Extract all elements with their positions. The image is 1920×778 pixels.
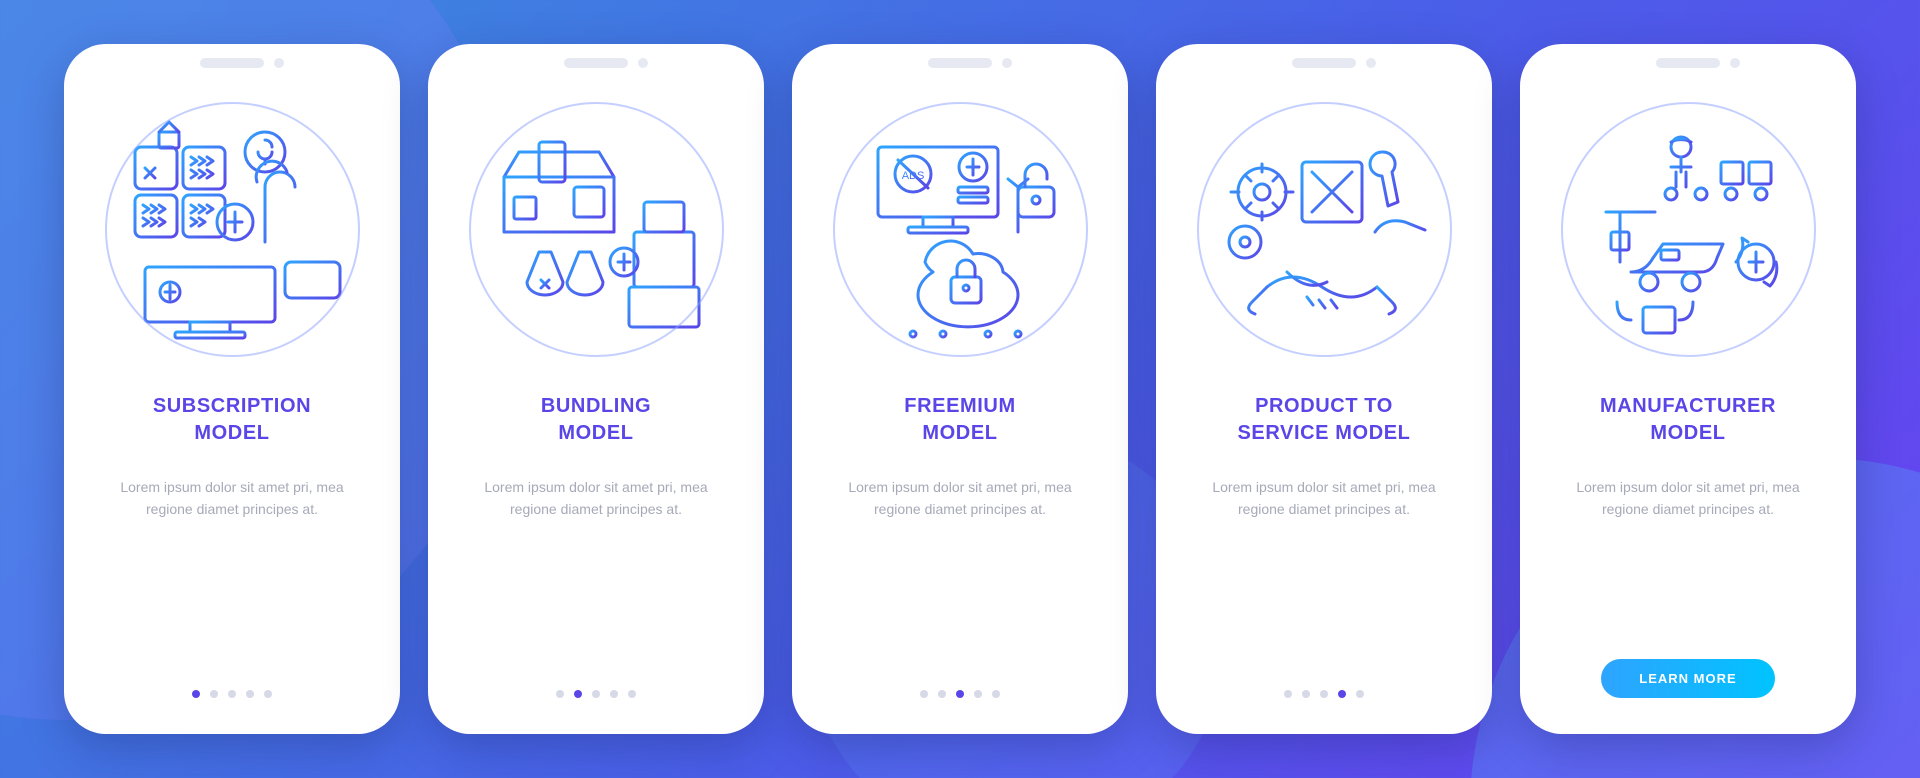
card-title: PRODUCT TO SERVICE MODEL — [1237, 393, 1410, 447]
pager-dot[interactable] — [192, 690, 200, 698]
phone-notch — [1292, 58, 1356, 68]
pager-dot[interactable] — [264, 690, 272, 698]
pager-dot[interactable] — [210, 690, 218, 698]
card-title: SUBSCRIPTION MODEL — [153, 393, 311, 447]
card-description: Lorem ipsum dolor sit amet pri, mea regi… — [1552, 477, 1824, 520]
onboarding-screen-subscription: SUBSCRIPTION MODEL Lorem ipsum dolor sit… — [64, 44, 400, 734]
phone-notch — [1656, 58, 1720, 68]
onboarding-screen-bundling: BUNDLING MODEL Lorem ipsum dolor sit ame… — [428, 44, 764, 734]
pager-dot[interactable] — [592, 690, 600, 698]
onboarding-screen-freemium: ADS — [792, 44, 1128, 734]
card-description: Lorem ipsum dolor sit amet pri, mea regi… — [1188, 477, 1460, 520]
onboarding-screen-product-service: PRODUCT TO SERVICE MODEL Lorem ipsum dol… — [1156, 44, 1492, 734]
card-description: Lorem ipsum dolor sit amet pri, mea regi… — [96, 477, 368, 520]
illustration: ADS — [833, 102, 1088, 357]
pager-dot[interactable] — [610, 690, 618, 698]
phones-row: SUBSCRIPTION MODEL Lorem ipsum dolor sit… — [0, 0, 1920, 778]
pager-dot[interactable] — [1284, 690, 1292, 698]
pager — [192, 690, 272, 704]
illustration — [1561, 102, 1816, 357]
onboarding-screen-manufacturer: MANUFACTURER MODEL Lorem ipsum dolor sit… — [1520, 44, 1856, 734]
phone-notch — [928, 58, 992, 68]
pager-dot[interactable] — [992, 690, 1000, 698]
pager-dot[interactable] — [938, 690, 946, 698]
pager-dot[interactable] — [556, 690, 564, 698]
pager-dot[interactable] — [1338, 690, 1346, 698]
pager-dot[interactable] — [1320, 690, 1328, 698]
card-title: FREEMIUM MODEL — [904, 393, 1015, 447]
pager-dot[interactable] — [956, 690, 964, 698]
card-description: Lorem ipsum dolor sit amet pri, mea regi… — [460, 477, 732, 520]
pager-dot[interactable] — [246, 690, 254, 698]
phone-notch — [564, 58, 628, 68]
illustration — [105, 102, 360, 357]
pager — [556, 690, 636, 704]
illustration — [1197, 102, 1452, 357]
phone-notch — [200, 58, 264, 68]
illustration — [469, 102, 724, 357]
pager-dot[interactable] — [1356, 690, 1364, 698]
card-title: MANUFACTURER MODEL — [1600, 393, 1776, 447]
card-title: BUNDLING MODEL — [541, 393, 651, 447]
pager-dot[interactable] — [628, 690, 636, 698]
pager-dot[interactable] — [228, 690, 236, 698]
card-description: Lorem ipsum dolor sit amet pri, mea regi… — [824, 477, 1096, 520]
pager-dot[interactable] — [1302, 690, 1310, 698]
pager-dot[interactable] — [974, 690, 982, 698]
pager — [1284, 690, 1364, 704]
pager-dot[interactable] — [920, 690, 928, 698]
pager — [920, 690, 1000, 704]
pager-dot[interactable] — [574, 690, 582, 698]
learn-more-button[interactable]: LEARN MORE — [1601, 659, 1774, 698]
